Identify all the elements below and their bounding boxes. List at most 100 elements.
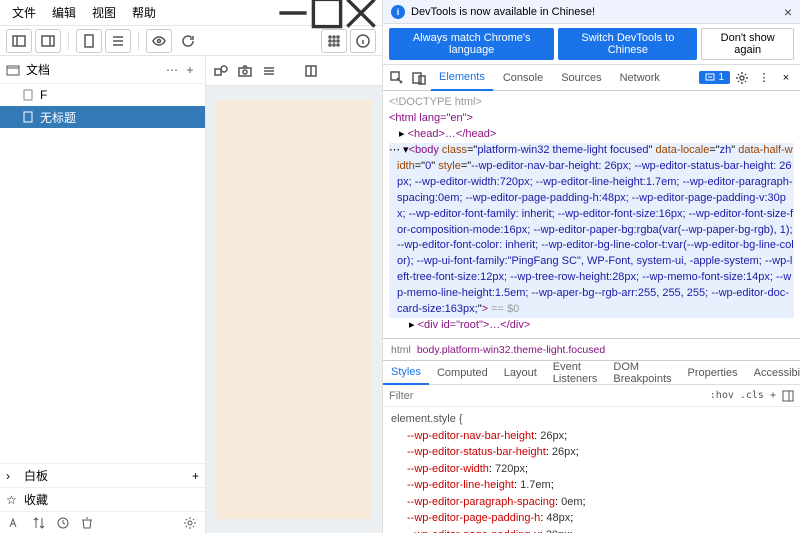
sidebar-section-whiteboard[interactable]: › 白板 +: [0, 463, 205, 487]
styles-filter-row: :hov .cls +: [383, 385, 800, 407]
add-rule-icon[interactable]: +: [770, 390, 776, 401]
archive-icon: [6, 63, 20, 77]
dom-node[interactable]: <!DOCTYPE html>: [389, 95, 794, 111]
breadcrumb[interactable]: html body.platform-win32.theme-light.foc…: [383, 339, 800, 361]
layout-sidebar-right-icon[interactable]: [35, 29, 61, 53]
crumb-body[interactable]: body.platform-win32.theme-light.focused: [417, 344, 605, 356]
more-icon[interactable]: ⋯: [163, 63, 181, 77]
dom-node-selected[interactable]: ⋯ ▾<body class="platform-win32 theme-lig…: [389, 143, 794, 318]
gear-icon[interactable]: [183, 516, 197, 530]
select-element-icon[interactable]: [387, 71, 407, 85]
close-icon[interactable]: ×: [784, 4, 792, 20]
tab-elements[interactable]: Elements: [431, 65, 493, 91]
tree-item[interactable]: 无标题: [0, 106, 205, 128]
app-toolbar: [0, 26, 382, 56]
dom-node[interactable]: ▸ <head>…</head>: [389, 127, 794, 143]
devtools: i DevTools is now available in Chinese! …: [383, 0, 800, 533]
info-icon[interactable]: [350, 29, 376, 53]
eye-icon[interactable]: [146, 29, 172, 53]
tab-dom-breakpoints[interactable]: DOM Breakpoints: [605, 361, 679, 385]
crumb-html[interactable]: html: [391, 344, 411, 356]
document-tree: F 无标题: [0, 84, 205, 463]
tab-sources[interactable]: Sources: [553, 65, 609, 91]
camera-icon[interactable]: [238, 64, 252, 78]
style-property[interactable]: --wp-editor-nav-bar-height: 26px;: [391, 428, 792, 445]
file-icon: [22, 111, 34, 123]
tab-layout[interactable]: Layout: [496, 361, 545, 385]
switch-to-chinese-button[interactable]: Switch DevTools to Chinese: [558, 28, 697, 60]
styles-pane[interactable]: element.style { --wp-editor-nav-bar-heig…: [383, 407, 800, 533]
dom-node[interactable]: ▸ <div id="root">…</div>: [389, 318, 794, 334]
style-property[interactable]: --wp-editor-width: 720px;: [391, 461, 792, 478]
tab-console[interactable]: Console: [495, 65, 551, 91]
text-size-icon[interactable]: [8, 516, 22, 530]
shapes-icon[interactable]: [214, 64, 228, 78]
tab-properties[interactable]: Properties: [679, 361, 745, 385]
more-icon[interactable]: ⋮: [754, 71, 774, 84]
statusbar: [0, 511, 205, 533]
style-selector[interactable]: element.style {: [391, 411, 792, 428]
history-icon[interactable]: [56, 516, 70, 530]
tree-item-label: 无标题: [40, 109, 76, 126]
style-property[interactable]: --wp-editor-page-padding-h: 48px;: [391, 510, 792, 527]
info-icon: i: [391, 5, 405, 19]
window-maximize-button[interactable]: [310, 0, 344, 26]
always-match-language-button[interactable]: Always match Chrome's language: [389, 28, 554, 60]
window-minimize-button[interactable]: [276, 0, 310, 26]
chevron-right-icon: ›: [6, 469, 18, 483]
tab-computed[interactable]: Computed: [429, 361, 496, 385]
layout-sidebar-left-icon[interactable]: [6, 29, 32, 53]
sidebar: 文档 ⋯ + F 无标题 › 白板 + ☆ 收藏: [0, 56, 206, 533]
document-icon[interactable]: [76, 29, 102, 53]
dom-tree[interactable]: <!DOCTYPE html> <html lang="en"> ▸ <head…: [383, 91, 800, 339]
style-property[interactable]: --wp-editor-page-padding-v: 30px;: [391, 527, 792, 533]
list-icon[interactable]: [105, 29, 131, 53]
panel-toggle-icon[interactable]: [782, 390, 794, 402]
menubar: 文件 编辑 视图 帮助: [0, 0, 382, 26]
style-property[interactable]: --wp-editor-status-bar-height: 26px;: [391, 444, 792, 461]
menu-file[interactable]: 文件: [4, 0, 44, 25]
hov-toggle[interactable]: :hov: [710, 390, 734, 401]
sidebar-section-favorites[interactable]: ☆ 收藏: [0, 487, 205, 511]
close-icon[interactable]: ×: [776, 72, 796, 84]
refresh-icon[interactable]: [175, 29, 201, 53]
trash-icon[interactable]: [80, 516, 94, 530]
devtools-language-buttons: Always match Chrome's language Switch De…: [383, 24, 800, 65]
devtools-tabs: Elements Console Sources Network 1 ⋮ ×: [383, 65, 800, 91]
book-icon[interactable]: [304, 64, 318, 78]
star-icon: ☆: [6, 493, 18, 507]
style-property[interactable]: --wp-editor-line-height: 1.7em;: [391, 477, 792, 494]
add-icon[interactable]: +: [181, 63, 199, 77]
menu-icon[interactable]: [262, 64, 276, 78]
grid-icon[interactable]: [321, 29, 347, 53]
sort-icon[interactable]: [32, 516, 46, 530]
tab-event-listeners[interactable]: Event Listeners: [545, 361, 606, 385]
tab-accessibility[interactable]: Accessibility: [746, 361, 800, 385]
sidebar-section-title: 文档: [26, 61, 163, 78]
styles-filter-input[interactable]: [389, 390, 704, 402]
tab-network[interactable]: Network: [612, 65, 668, 91]
editor-toolbar: [206, 56, 382, 86]
dom-node[interactable]: <html lang="en">: [389, 111, 794, 127]
menu-view[interactable]: 视图: [84, 0, 124, 25]
file-icon: [22, 89, 34, 101]
device-toolbar-icon[interactable]: [409, 71, 429, 85]
window-close-button[interactable]: [344, 0, 378, 26]
tree-item[interactable]: F: [0, 84, 205, 106]
gear-icon[interactable]: [732, 71, 752, 85]
editor-canvas[interactable]: [216, 100, 372, 519]
cls-toggle[interactable]: .cls: [740, 390, 764, 401]
editor-area: [206, 56, 382, 533]
dont-show-again-button[interactable]: Don't show again: [701, 28, 794, 60]
banner-text: DevTools is now available in Chinese!: [411, 6, 595, 18]
tree-item-label: F: [40, 88, 47, 102]
devtools-language-banner: i DevTools is now available in Chinese! …: [383, 0, 800, 24]
styles-tabs: Styles Computed Layout Event Listeners D…: [383, 361, 800, 385]
tab-styles[interactable]: Styles: [383, 361, 429, 385]
add-icon[interactable]: +: [192, 469, 199, 483]
menu-help[interactable]: 帮助: [124, 0, 164, 25]
menu-edit[interactable]: 编辑: [44, 0, 84, 25]
sidebar-section-docs[interactable]: 文档 ⋯ +: [0, 56, 205, 84]
style-property[interactable]: --wp-editor-paragraph-spacing: 0em;: [391, 494, 792, 511]
issues-badge[interactable]: 1: [699, 71, 730, 84]
